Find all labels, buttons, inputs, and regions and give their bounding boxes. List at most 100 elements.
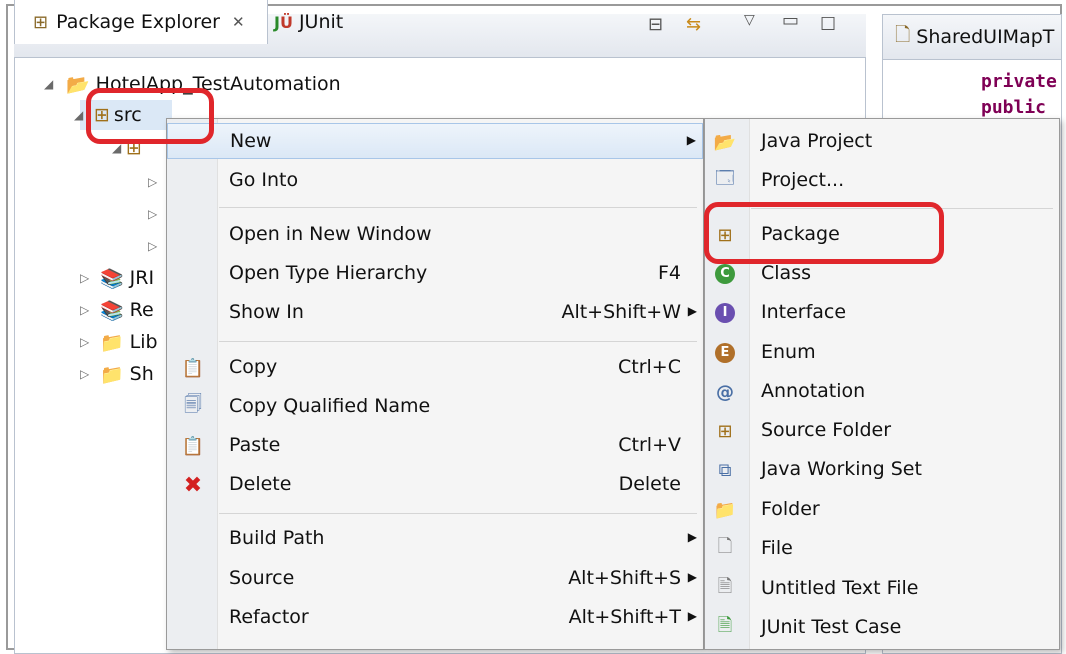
collapsed-arrow-icon[interactable]: ▷ [80, 303, 94, 317]
highlight-box-src [86, 88, 214, 144]
menu-item-show-in[interactable]: Show In Alt+Shift+W ▶ [167, 295, 703, 331]
package-explorer-icon: ⊞ [33, 11, 49, 33]
java-project-icon: 📂 [66, 73, 90, 96]
menu-item-shortcut: F4 [657, 262, 681, 284]
highlight-box-package [704, 202, 944, 264]
minimize-icon[interactable]: ▭ [782, 10, 799, 31]
menu-item-label: Source [229, 567, 295, 589]
collapsed-arrow-icon[interactable]: ▷ [80, 335, 94, 349]
menu-item-label: Open in New Window [229, 223, 432, 245]
menu-item-open-in-new-window[interactable]: Open in New Window [167, 217, 703, 253]
tab-junit[interactable]: JÜ JUnit [274, 0, 343, 44]
menu-item-java-working-set[interactable]: ⧉ Java Working Set [705, 452, 1059, 488]
tree-item-child[interactable]: ▷ [148, 232, 162, 260]
collapsed-arrow-icon[interactable]: ▷ [148, 239, 162, 253]
menu-item-folder[interactable]: 📁 Folder [705, 492, 1059, 528]
menu-item-label: JUnit Test Case [761, 616, 902, 638]
menu-separator [219, 207, 697, 208]
enum-icon: E [713, 341, 737, 365]
menu-item-label: Open Type Hierarchy [229, 262, 428, 284]
tree-label: Sh [129, 363, 154, 385]
menu-item-label: Copy [229, 356, 278, 378]
menu-item-label: Project... [761, 169, 845, 191]
tab-package-explorer-label: Package Explorer [56, 11, 220, 33]
tab-package-explorer[interactable]: ⊞ Package Explorer ✕ [14, 0, 268, 44]
menu-item-new[interactable]: New ▶ [167, 123, 703, 159]
menu-item-shortcut: Delete [618, 473, 681, 495]
copy-qualified-name-icon: 🗐 [184, 394, 202, 415]
library-icon: 📚 [100, 299, 124, 322]
menu-item-file[interactable]: 🗋 File [705, 531, 1059, 567]
submenu-arrow-icon: ▶ [687, 609, 697, 623]
tree-label: JRI [129, 267, 155, 289]
menu-separator [219, 341, 697, 342]
menu-item-label: New [230, 130, 272, 152]
menu-item-interface[interactable]: I Interface [705, 295, 1059, 331]
code-line: private [981, 71, 1057, 92]
annotation-icon: @ [716, 381, 734, 403]
collapsed-arrow-icon[interactable]: ▷ [148, 175, 162, 189]
menu-item-label: Build Path [229, 527, 325, 549]
menu-item-label: Delete [229, 473, 292, 495]
menu-item-label: Folder [761, 498, 820, 520]
menu-item-source-folder[interactable]: ⊞ Source Folder [705, 413, 1059, 449]
menu-item-label: Enum [761, 341, 816, 363]
tree-item-child[interactable]: ▷ [148, 200, 162, 228]
menu-item-enum[interactable]: E Enum [705, 335, 1059, 371]
interface-icon: I [713, 301, 737, 325]
menu-item-shortcut: Alt+Shift+T [568, 606, 681, 628]
paste-icon: 📋 [181, 435, 205, 457]
menu-item-build-path[interactable]: Build Path ▶ [167, 521, 703, 557]
menu-item-copy-qualified-name[interactable]: 🗐 Copy Qualified Name [167, 389, 703, 425]
menu-item-untitled-text-file[interactable]: 🗎 Untitled Text File [705, 571, 1059, 607]
editor-tab[interactable]: 🗋 SharedUIMapT [883, 15, 1061, 60]
menu-item-go-into[interactable]: Go Into [167, 163, 703, 199]
menu-item-refactor[interactable]: Refactor Alt+Shift+T ▶ [167, 600, 703, 636]
collapsed-arrow-icon[interactable]: ▷ [80, 271, 94, 285]
link-with-editor-icon[interactable]: ⇆ [686, 14, 701, 35]
menu-item-label: Class [761, 262, 811, 284]
collapsed-arrow-icon[interactable]: ▷ [80, 367, 94, 381]
menu-item-annotation[interactable]: @ Annotation [705, 374, 1059, 410]
text-file-icon: 🗎 [717, 576, 733, 597]
menu-item-java-project[interactable]: 📂 Java Project [705, 124, 1059, 160]
collapse-all-icon[interactable]: ⊟ [648, 14, 663, 35]
expand-arrow-icon[interactable]: ◢ [44, 77, 58, 91]
close-icon[interactable]: ✕ [232, 13, 245, 31]
menu-item-label: Java Project [761, 130, 873, 152]
menu-item-label: Go Into [229, 169, 299, 191]
tree-item-lib-folder[interactable]: ▷ 📁 Lib [80, 328, 158, 356]
tree-label: Lib [129, 331, 158, 353]
menu-item-shortcut: Ctrl+C [618, 356, 681, 378]
maximize-icon[interactable]: ☐ [820, 14, 836, 35]
editor-tab-label: SharedUIMapT [916, 26, 1055, 48]
menu-item-source[interactable]: Source Alt+Shift+S ▶ [167, 561, 703, 597]
view-menu-icon[interactable]: ▽ [744, 12, 755, 28]
source-folder-icon: ⊞ [717, 420, 733, 442]
submenu-arrow-icon: ▶ [686, 133, 696, 147]
menu-item-open-type-hierarchy[interactable]: Open Type Hierarchy F4 [167, 256, 703, 292]
tree-item-jre[interactable]: ▷ 📚 JRI [80, 264, 154, 292]
menu-item-shortcut: Alt+Shift+W [561, 301, 681, 323]
menu-item-delete[interactable]: ✖ Delete Delete [167, 467, 703, 503]
menu-item-copy[interactable]: 📋 Copy Ctrl+C [167, 350, 703, 386]
delete-icon: ✖ [183, 472, 203, 498]
menu-item-junit-test-case[interactable]: 🗎 JUnit Test Case [705, 610, 1059, 646]
submenu-arrow-icon: ▶ [687, 570, 697, 584]
tree-item-child[interactable]: ▷ [148, 168, 162, 196]
menu-item-project[interactable]: 🗔 Project... [705, 163, 1059, 199]
menu-item-label: Paste [229, 434, 281, 456]
menu-item-label: File [761, 537, 793, 559]
collapsed-arrow-icon[interactable]: ▷ [148, 207, 162, 221]
tree-item-referenced-libraries[interactable]: ▷ 📚 Re [80, 296, 154, 324]
menu-item-paste[interactable]: 📋 Paste Ctrl+V [167, 428, 703, 464]
java-project-icon: 📂 [713, 131, 737, 153]
submenu-arrow-icon: ▶ [687, 304, 697, 318]
menu-item-label: Interface [761, 301, 847, 323]
tree-label: Re [129, 299, 154, 321]
java-file-icon: 🗋 [895, 24, 911, 46]
menu-item-label: Source Folder [761, 419, 892, 441]
tree-item-shared-folder[interactable]: ▷ 📁 Sh [80, 360, 154, 388]
folder-icon: 📁 [713, 499, 737, 521]
menu-item-shortcut: Ctrl+V [618, 434, 681, 456]
